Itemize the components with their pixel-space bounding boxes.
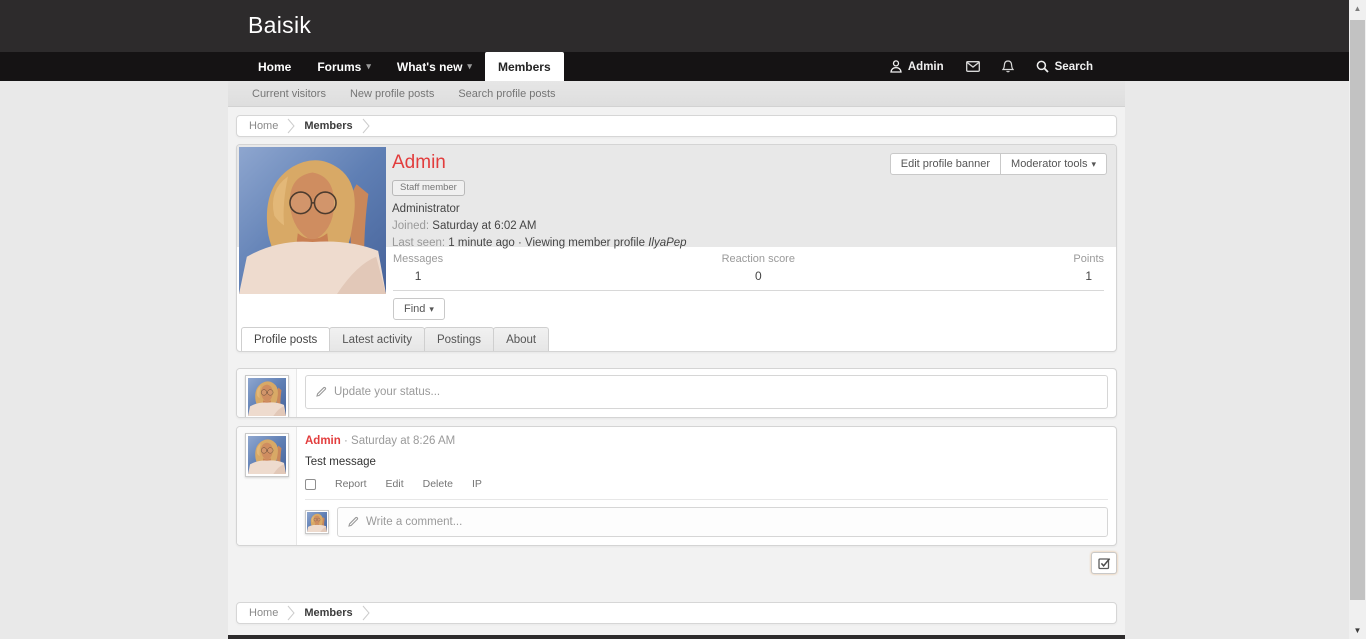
breadcrumb-members[interactable]: Members (304, 120, 352, 132)
site-logo[interactable]: Baisik (248, 12, 311, 39)
scroll-up-arrow-icon[interactable]: ▲ (1349, 0, 1366, 17)
user-icon (890, 60, 902, 73)
profile-role: Administrator (392, 203, 687, 215)
nav-tab-home[interactable]: Home (245, 52, 304, 81)
breadcrumb-chevron-icon (287, 605, 295, 621)
profile-photo[interactable] (239, 147, 386, 294)
staff-member-badge: Staff member (392, 180, 465, 196)
alerts-button[interactable] (1002, 60, 1014, 73)
checkbox-checked-icon (1098, 557, 1111, 570)
ip-link[interactable]: IP (472, 478, 482, 490)
search-icon (1036, 60, 1049, 73)
footer-strip (228, 635, 1125, 639)
subnav-search-profile-posts[interactable]: Search profile posts (446, 88, 567, 100)
report-link[interactable]: Report (335, 478, 367, 490)
avatar-image (307, 512, 327, 532)
avatar[interactable] (245, 375, 289, 418)
stat-points: Points 1 (1073, 253, 1104, 283)
scrollbar-thumb[interactable] (1350, 20, 1365, 600)
status-input[interactable] (334, 386, 1098, 398)
avatar-image (248, 378, 286, 416)
find-button[interactable]: Find▾ (393, 298, 445, 320)
stat-reaction-score: Reaction score 0 (722, 253, 795, 283)
chevron-down-icon: ▾ (467, 61, 472, 72)
profile-action-buttons: Edit profile banner Moderator tools▾ (890, 153, 1107, 175)
envelope-icon (966, 61, 980, 72)
pencil-icon (315, 386, 327, 398)
select-all-button[interactable] (1091, 552, 1117, 574)
nav-user-area: Admin Search (890, 52, 1093, 81)
main-navbar: Home Forums▾ What's new▾ Members Admin S… (0, 52, 1349, 81)
member-header-block: Admin Staff member Administrator Joined:… (236, 144, 1117, 352)
nav-tab-members[interactable]: Members (485, 52, 564, 81)
breadcrumb-members[interactable]: Members (304, 607, 352, 619)
profile-stats: Messages 1 Reaction score 0 Points 1 (393, 253, 1104, 283)
account-menu[interactable]: Admin (890, 60, 944, 73)
stats-divider (393, 290, 1104, 291)
search-button[interactable]: Search (1036, 60, 1093, 73)
breadcrumb-chevron-icon (362, 118, 370, 134)
nav-tab-whats-new[interactable]: What's new▾ (384, 52, 485, 81)
post-header: Admin · Saturday at 8:26 AM (305, 435, 1108, 447)
stat-messages: Messages 1 (393, 253, 443, 283)
profile-info: Admin Staff member Administrator Joined:… (392, 152, 687, 249)
tab-postings[interactable]: Postings (424, 327, 494, 351)
breadcrumb-home[interactable]: Home (249, 120, 278, 132)
avatar[interactable] (305, 510, 329, 534)
profile-last-seen: Last seen: 1 minute ago · Viewing member… (392, 237, 687, 249)
post-separator: · (344, 435, 348, 447)
breadcrumb-home[interactable]: Home (249, 607, 278, 619)
breadcrumb-chevron-icon (287, 118, 295, 134)
moderation-row (236, 552, 1117, 574)
tab-about[interactable]: About (493, 327, 549, 351)
vertical-scrollbar[interactable]: ▲ ▼ (1349, 0, 1366, 639)
moderator-tools-button[interactable]: Moderator tools▾ (1000, 153, 1107, 175)
profile-username: Admin (392, 152, 687, 174)
content-column: Current visitors New profile posts Searc… (228, 81, 1125, 639)
profile-post: Admin · Saturday at 8:26 AM Test message… (236, 426, 1117, 546)
status-input-box (305, 375, 1108, 409)
subnav-new-profile-posts[interactable]: New profile posts (338, 88, 446, 100)
post-message: Test message (305, 456, 1108, 468)
chevron-down-icon: ▾ (1091, 159, 1096, 169)
inbox-button[interactable] (966, 61, 980, 72)
avatar[interactable] (245, 433, 289, 477)
delete-link[interactable]: Delete (423, 478, 453, 490)
breadcrumb-chevron-icon (362, 605, 370, 621)
nav-tabs: Home Forums▾ What's new▾ Members (245, 52, 564, 81)
nav-tab-forums[interactable]: Forums▾ (304, 52, 384, 81)
composer-avatar-column (237, 369, 297, 417)
post-avatar-column (237, 427, 297, 545)
post-actions: Report Edit Delete IP (305, 478, 1108, 490)
comment-composer (305, 499, 1108, 537)
comment-input-box (337, 507, 1108, 537)
avatar-image (248, 436, 286, 474)
breadcrumb: Home Members (236, 115, 1117, 137)
chevron-down-icon: ▾ (429, 304, 434, 314)
scroll-down-arrow-icon[interactable]: ▼ (1349, 622, 1366, 639)
site-header: Baisik (0, 0, 1349, 52)
edit-profile-banner-button[interactable]: Edit profile banner (890, 153, 1001, 175)
tab-latest-activity[interactable]: Latest activity (329, 327, 425, 351)
subnav: Current visitors New profile posts Searc… (228, 81, 1125, 107)
post-select-checkbox[interactable] (305, 479, 316, 490)
comment-input[interactable] (366, 516, 1098, 528)
tab-profile-posts[interactable]: Profile posts (241, 327, 330, 351)
chevron-down-icon: ▾ (366, 61, 371, 72)
breadcrumb-bottom: Home Members (236, 602, 1117, 624)
edit-link[interactable]: Edit (386, 478, 404, 490)
profile-tabs: Profile posts Latest activity Postings A… (241, 327, 548, 351)
status-composer-block (236, 368, 1117, 418)
pencil-icon (347, 516, 359, 528)
post-timestamp[interactable]: Saturday at 8:26 AM (351, 435, 455, 447)
profile-joined: Joined: Saturday at 6:02 AM (392, 220, 687, 232)
post-author-link[interactable]: Admin (305, 435, 341, 447)
subnav-current-visitors[interactable]: Current visitors (240, 88, 338, 100)
bell-icon (1002, 60, 1014, 73)
